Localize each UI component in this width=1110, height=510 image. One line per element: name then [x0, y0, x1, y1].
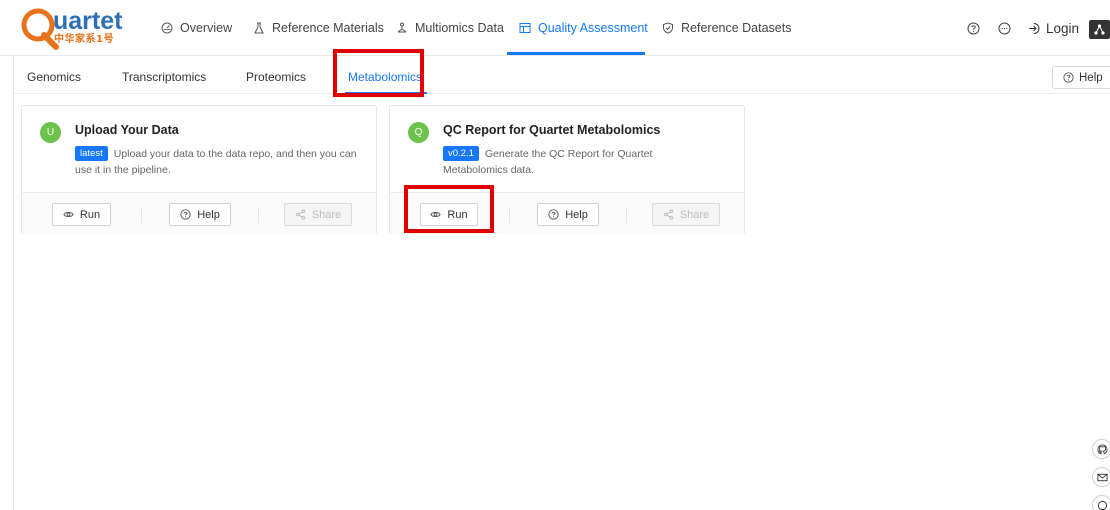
content-left-border: [13, 56, 14, 510]
question-circle-icon: [1063, 72, 1074, 83]
layout-icon: [519, 23, 531, 33]
card-help-button[interactable]: Help: [537, 203, 599, 226]
share-icon: [295, 209, 305, 220]
action-divider: [626, 207, 627, 223]
highlight-metabolomics-tab: [333, 49, 424, 97]
version-tag: latest: [75, 146, 108, 161]
tab-transcriptomics[interactable]: Transcriptomics: [122, 62, 206, 93]
share-label: Share: [679, 208, 710, 221]
chat-link[interactable]: [1092, 495, 1110, 510]
help-label: Help: [1079, 71, 1103, 84]
github-link[interactable]: [1092, 439, 1110, 459]
run-button[interactable]: Run: [52, 203, 111, 226]
dashboard-icon: [161, 22, 173, 34]
share-icon: [663, 209, 673, 220]
shield-check-icon: [663, 22, 673, 34]
card-avatar: U: [40, 122, 61, 143]
logo-wordmark: uartet: [53, 7, 123, 35]
login-label: Login: [1046, 20, 1080, 36]
share-button[interactable]: Share: [284, 203, 352, 226]
nav-overview[interactable]: Overview: [161, 0, 232, 56]
quartet-logo[interactable]: uartet 中华家系1号: [20, 5, 125, 51]
highlight-run-button: [404, 185, 494, 233]
nav-multiomics-data[interactable]: Multiomics Data: [396, 0, 504, 56]
logo-subtitle: 中华家系1号: [54, 34, 114, 45]
share-label: Share: [311, 208, 342, 221]
action-divider: [141, 207, 142, 223]
card-title: QC Report for Quartet Metabolomics: [443, 123, 661, 137]
nav-reference-materials-label: Reference Materials: [272, 21, 384, 35]
card-help-button[interactable]: Help: [169, 203, 231, 226]
nav-reference-materials[interactable]: Reference Materials: [253, 0, 384, 56]
question-circle-icon: [180, 209, 191, 220]
mail-icon: [1096, 473, 1108, 481]
flask-icon: [254, 22, 264, 34]
card-help-label: Help: [197, 208, 220, 221]
nav-quality-assessment-label: Quality Assessment: [538, 21, 648, 35]
cluster-icon: [397, 22, 407, 33]
run-label: Run: [79, 208, 101, 221]
card-title: Upload Your Data: [75, 123, 179, 137]
card-description-text: Upload your data to the data repo, and t…: [75, 148, 357, 176]
chat-icon: [1097, 500, 1107, 510]
card-description: latest Upload your data to the data repo,…: [75, 146, 365, 178]
apps-button[interactable]: [1089, 20, 1110, 39]
email-link[interactable]: [1092, 467, 1110, 487]
message-icon[interactable]: [998, 22, 1011, 35]
login-button[interactable]: Login: [1028, 0, 1079, 56]
eye-icon: [63, 211, 74, 218]
card-avatar: Q: [408, 122, 429, 143]
nav-reference-datasets-label: Reference Datasets: [681, 21, 792, 35]
card-upload-data: U Upload Your Data latest Upload your dat…: [21, 105, 377, 234]
apps-icon: [1094, 24, 1105, 35]
card-actions: Run Help Share: [22, 192, 376, 234]
tab-proteomics[interactable]: Proteomics: [246, 62, 306, 93]
question-circle-icon[interactable]: [967, 22, 980, 35]
top-navbar: uartet 中华家系1号 Overview Reference Materia…: [0, 0, 1110, 56]
question-circle-icon: [548, 209, 559, 220]
nav-reference-datasets[interactable]: Reference Datasets: [662, 0, 791, 56]
nav-quality-assessment[interactable]: Quality Assessment: [519, 0, 648, 56]
share-button[interactable]: Share: [652, 203, 720, 226]
tab-genomics[interactable]: Genomics: [27, 62, 81, 93]
card-help-label: Help: [565, 208, 588, 221]
help-button[interactable]: Help: [1052, 66, 1110, 89]
card-description: v0.2.1 Generate the QC Report for Quartet…: [443, 146, 683, 178]
github-icon: [1097, 444, 1107, 454]
action-divider: [509, 207, 510, 223]
nav-overview-label: Overview: [180, 21, 233, 35]
login-icon: [1029, 22, 1040, 34]
version-tag: v0.2.1: [443, 146, 479, 161]
nav-active-indicator: [507, 52, 645, 55]
nav-multiomics-data-label: Multiomics Data: [415, 21, 504, 35]
action-divider: [258, 207, 259, 223]
